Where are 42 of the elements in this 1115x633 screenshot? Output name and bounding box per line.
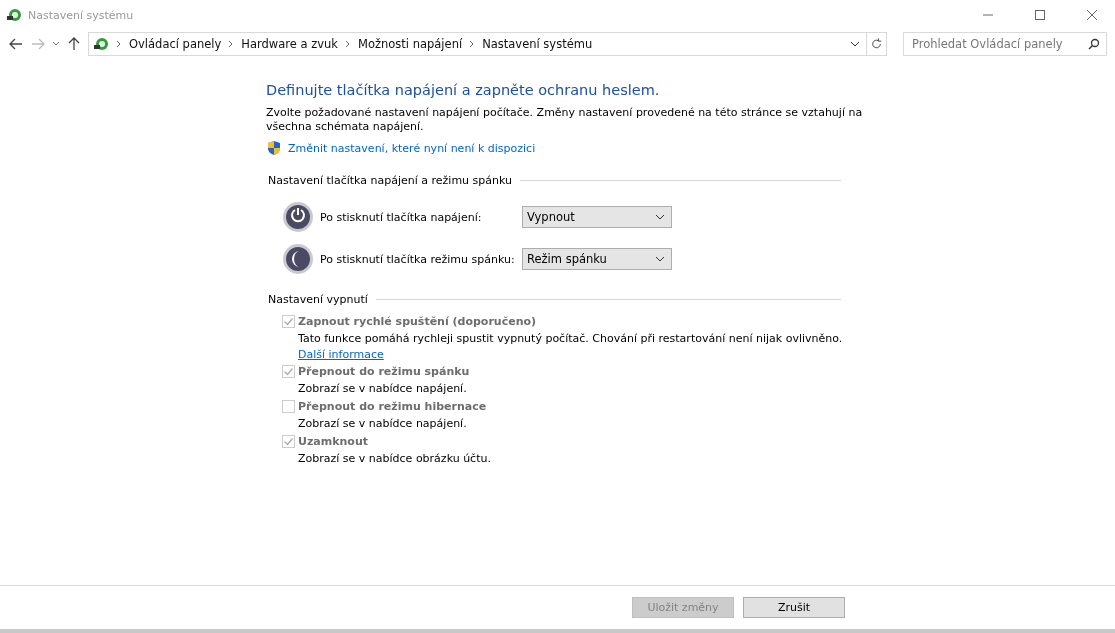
- option-description: Tato funkce pomáhá rychleji spustit vypnutý počítač. Chování při restartování není nijak ovlivněno.: [298, 331, 844, 347]
- dropdown-caret-icon: [850, 41, 860, 47]
- checkbox-label: Přepnout do režimu hibernace: [298, 399, 487, 413]
- action-label: Po stisknutí tlačítka režimu spánku:: [320, 252, 516, 266]
- forward-icon[interactable]: [30, 36, 46, 52]
- shield-icon: [266, 140, 282, 156]
- search-field[interactable]: Prohledat Ovládací panely: [903, 32, 1107, 56]
- option-description: Zobrazí se v nabídce obrázku účtu.: [298, 451, 492, 467]
- checkbox-label: Zapnout rychlé spuštění (doporučeno): [298, 314, 537, 328]
- action-dropdown[interactable]: Vypnout: [522, 206, 672, 228]
- up-icon[interactable]: [66, 36, 82, 52]
- close-icon[interactable]: [1087, 10, 1097, 20]
- intro-text: Zvolte požadované nastavení napájení počítače. Změny nastavení provedené na této stránce se vztahují na všechna schémata napájení.: [266, 106, 864, 134]
- checkbox-label: Uzamknout: [298, 434, 368, 448]
- dropdown-caret-icon: [655, 256, 665, 262]
- page-heading: Definujte tlačítka napájení a zapněte ochranu heslem.: [266, 82, 661, 98]
- power-icon: [282, 201, 314, 233]
- action-dropdown[interactable]: Režim spánku: [522, 248, 672, 270]
- cancel-button[interactable]: Zrušit: [743, 597, 845, 618]
- section-title: Nastavení vypnutí: [267, 293, 368, 306]
- chevron-icon: [344, 40, 352, 48]
- breadcrumb-item[interactable]: Možnosti napájení: [358, 37, 463, 51]
- option-description: Zobrazí se v nabídce napájení.: [298, 416, 468, 432]
- address-bar[interactable]: Ovládací panely Hardware a zvuk Možnosti napájení Nastavení systému: [88, 32, 887, 56]
- action-label: Po stisknutí tlačítka napájení:: [320, 210, 483, 224]
- section-title: Nastavení tlačítka napájení a režimu spánku: [267, 174, 512, 187]
- moon-icon: [282, 243, 314, 275]
- search-icon: [1088, 38, 1100, 50]
- recent-caret-icon[interactable]: [52, 41, 60, 47]
- option-description: Zobrazí se v nabídce napájení.: [298, 381, 468, 397]
- checkbox-label: Přepnout do režimu spánku: [298, 364, 470, 378]
- breadcrumb-item[interactable]: Hardware a zvuk: [241, 37, 338, 51]
- back-icon[interactable]: [8, 36, 24, 52]
- maximize-icon[interactable]: [1035, 10, 1045, 20]
- control-panel-icon: [6, 7, 22, 23]
- dropdown-caret-icon: [655, 214, 665, 220]
- breadcrumb-item[interactable]: Ovládací panely: [129, 37, 222, 51]
- chevron-icon: [115, 40, 123, 48]
- admin-link[interactable]: Změnit nastavení, které nyní není k dispozici: [288, 141, 536, 155]
- breadcrumb-item[interactable]: Nastavení systému: [482, 37, 593, 51]
- window-title: Nastavení systému: [28, 8, 135, 22]
- control-panel-icon: [93, 36, 109, 52]
